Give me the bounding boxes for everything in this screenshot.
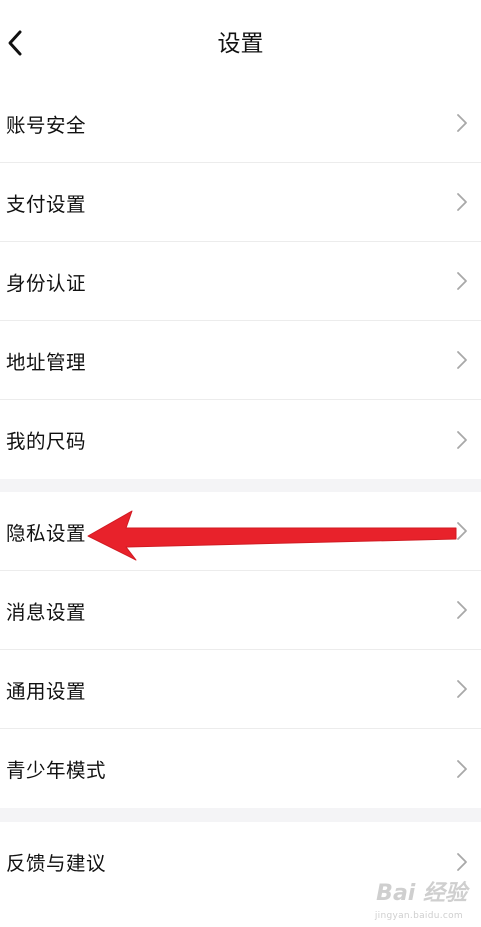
chevron-right-icon xyxy=(457,680,467,698)
watermark: Bai 经验 jingyan.baidu.com xyxy=(375,881,467,922)
settings-item-address[interactable]: 地址管理 xyxy=(0,321,481,400)
settings-item-label: 青少年模式 xyxy=(6,759,107,782)
chevron-right-icon xyxy=(457,852,467,871)
settings-item-payment[interactable]: 支付设置 xyxy=(0,163,481,242)
settings-item-identity[interactable]: 身份认证 xyxy=(0,242,481,321)
chevron-right-icon xyxy=(457,351,467,369)
settings-item-general[interactable]: 通用设置 xyxy=(0,650,481,729)
section-divider xyxy=(0,479,481,492)
settings-item-label: 支付设置 xyxy=(6,192,87,216)
settings-item-label: 地址管理 xyxy=(6,350,87,374)
settings-item-account-security[interactable]: 账号安全 xyxy=(0,84,481,163)
settings-item-label: 隐私设置 xyxy=(6,521,87,545)
page-title: 设置 xyxy=(217,31,264,57)
settings-item-label: 消息设置 xyxy=(6,600,87,624)
section-divider xyxy=(0,808,481,822)
chevron-right-icon xyxy=(457,430,467,449)
settings-item-label: 我的尺码 xyxy=(6,430,87,453)
chevron-right-icon xyxy=(457,272,467,290)
settings-group-account: 账号安全 支付设置 身份认证 地址管理 我的尺码 xyxy=(0,84,481,479)
chevron-right-icon xyxy=(457,759,467,778)
chevron-right-icon xyxy=(457,114,467,132)
settings-item-notifications[interactable]: 消息设置 xyxy=(0,571,481,650)
settings-item-sizes[interactable]: 我的尺码 xyxy=(0,400,481,479)
settings-item-privacy[interactable]: 隐私设置 xyxy=(0,492,481,571)
watermark-text: Bai 经验 xyxy=(376,881,467,906)
settings-item-label: 身份认证 xyxy=(6,271,87,295)
settings-item-label: 账号安全 xyxy=(6,113,87,137)
settings-item-teen-mode[interactable]: 青少年模式 xyxy=(0,729,481,808)
chevron-right-icon xyxy=(457,522,467,540)
watermark-url: jingyan.baidu.com xyxy=(374,911,463,921)
chevron-right-icon xyxy=(457,601,467,619)
settings-item-label: 反馈与建议 xyxy=(6,852,107,875)
settings-group-general: 隐私设置 消息设置 通用设置 青少年模式 xyxy=(0,492,481,808)
settings-item-label: 通用设置 xyxy=(6,679,87,703)
chevron-right-icon xyxy=(457,193,467,211)
header-bar: 设置 xyxy=(0,0,481,84)
